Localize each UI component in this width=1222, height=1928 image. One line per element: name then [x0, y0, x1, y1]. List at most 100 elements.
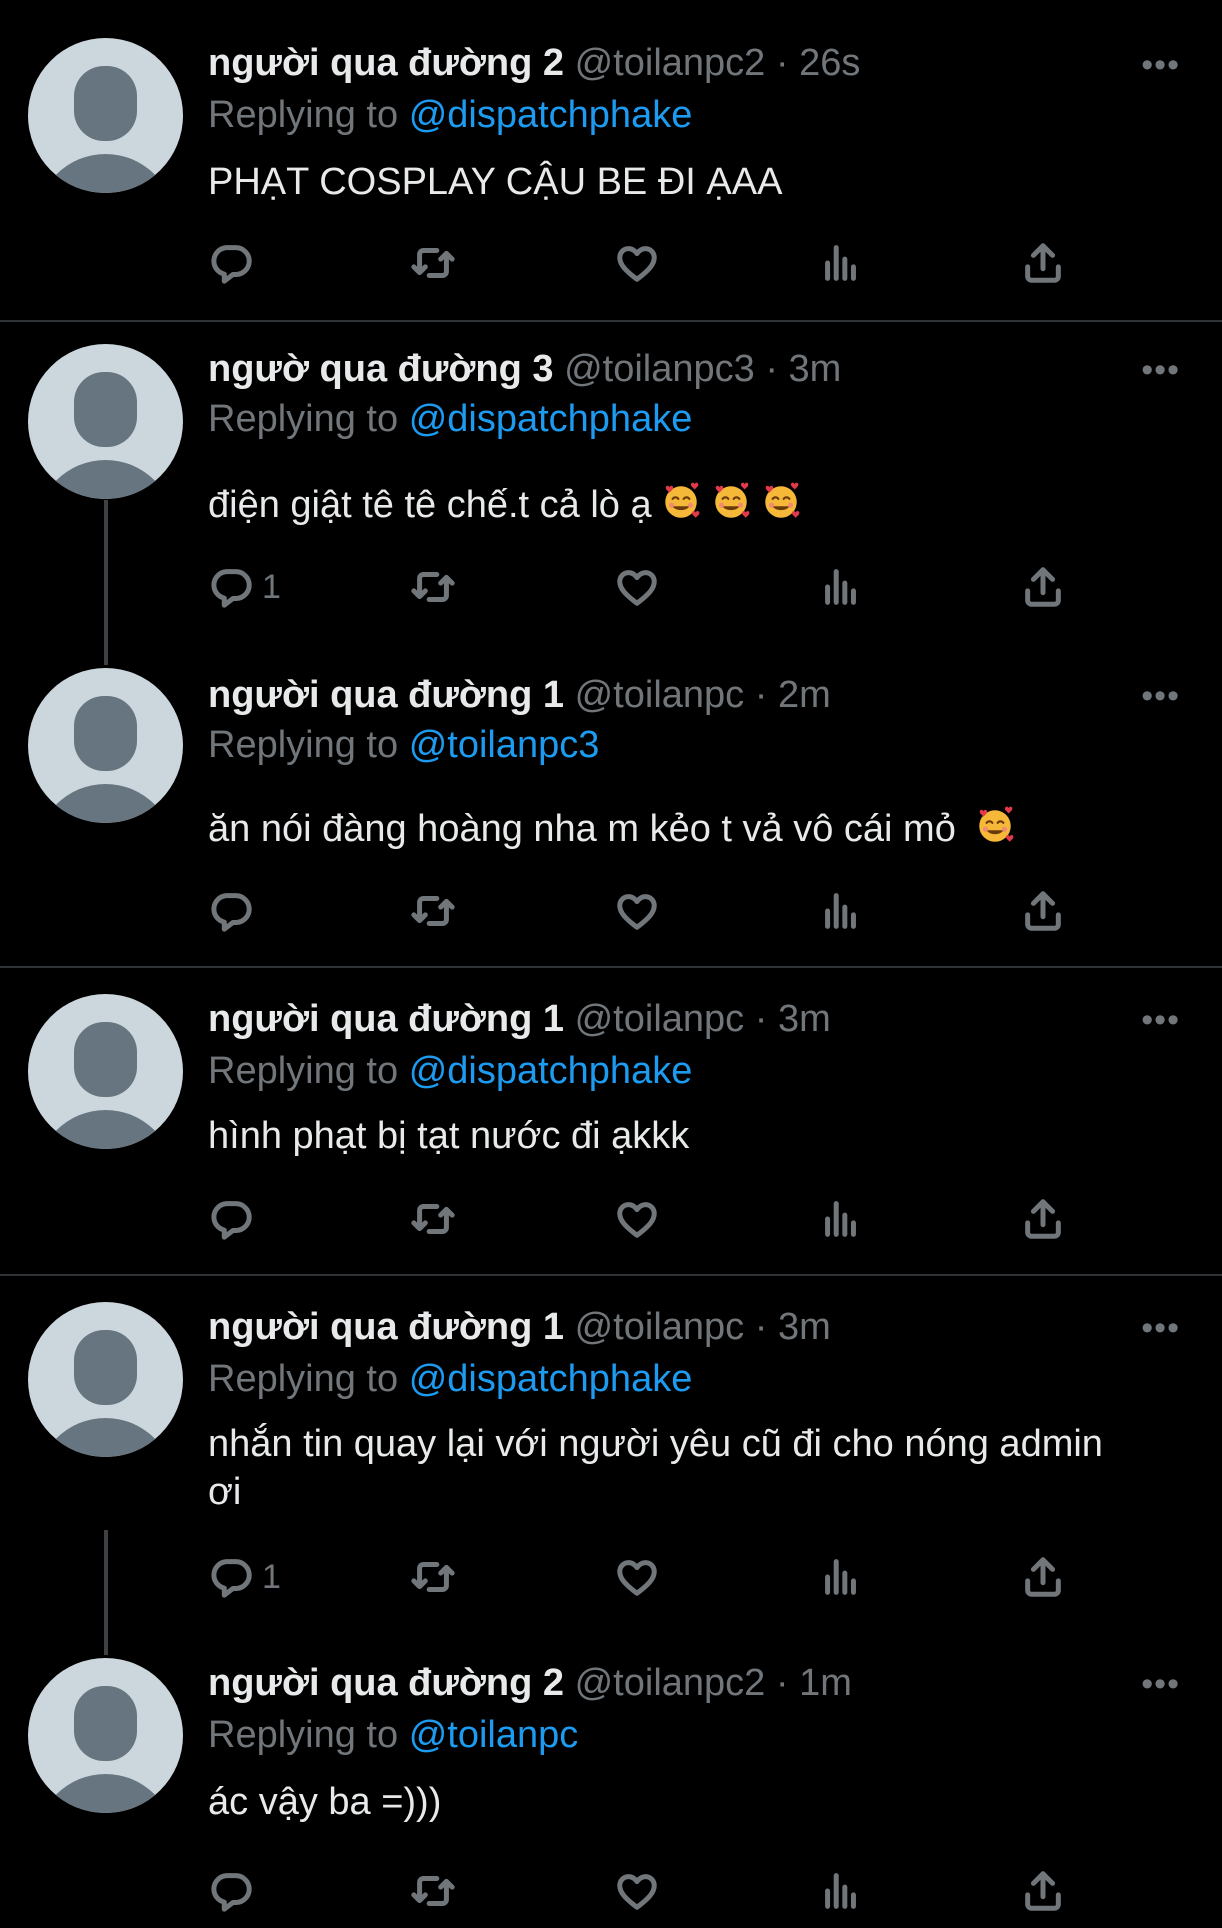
- display-name[interactable]: người qua đường 1: [208, 674, 564, 716]
- replying-to: Replying to @dispatchphake: [208, 92, 692, 138]
- analytics-icon: [818, 1868, 864, 1914]
- user-handle[interactable]: @toilanpc: [575, 1306, 745, 1348]
- like-button[interactable]: [614, 1554, 660, 1600]
- reply-button[interactable]: [208, 1868, 254, 1914]
- tweet[interactable]: người qua đường 2 @toilanpc2 · 26s ••• R…: [0, 0, 1222, 320]
- display-name[interactable]: người qua đường 2: [208, 42, 564, 84]
- emoji-group: [652, 482, 802, 526]
- reply-button[interactable]: [208, 240, 254, 286]
- replying-to: Replying to @dispatchphake: [208, 396, 692, 442]
- reply-button[interactable]: [208, 888, 254, 934]
- reply-icon: [208, 1554, 254, 1600]
- avatar[interactable]: [28, 1302, 183, 1457]
- analytics-button[interactable]: [818, 240, 864, 286]
- user-handle[interactable]: @toilanpc: [575, 998, 745, 1040]
- display-name[interactable]: ngườ qua đường 3: [208, 348, 554, 390]
- smiling-face-with-hearts-emoji: [974, 804, 1016, 858]
- more-options-icon[interactable]: •••: [1141, 1003, 1180, 1037]
- timestamp[interactable]: · 3m: [765, 348, 841, 390]
- retweet-button[interactable]: [410, 1196, 456, 1242]
- like-button[interactable]: [614, 240, 660, 286]
- mention-link[interactable]: @dispatchphake: [409, 1358, 693, 1400]
- more-options-icon[interactable]: •••: [1141, 1311, 1180, 1345]
- user-handle[interactable]: @toilanpc2: [575, 1662, 766, 1704]
- mention-link[interactable]: @dispatchphake: [409, 94, 693, 136]
- replying-prefix: Replying to: [208, 94, 399, 136]
- tweet[interactable]: ngườ qua đường 3 @toilanpc3 · 3m ••• Rep…: [0, 322, 1222, 644]
- retweet-icon: [410, 1196, 456, 1242]
- share-button[interactable]: [1020, 1868, 1066, 1914]
- user-handle[interactable]: @toilanpc2: [575, 42, 766, 84]
- user-handle[interactable]: @toilanpc3: [564, 348, 755, 390]
- emoji-group: [966, 806, 1016, 850]
- tweet[interactable]: người qua đường 2 @toilanpc2 · 1m ••• Re…: [0, 1634, 1222, 1920]
- retweet-button[interactable]: [410, 1554, 456, 1600]
- display-name[interactable]: người qua đường 1: [208, 998, 564, 1040]
- like-button[interactable]: [614, 564, 660, 610]
- tweet-text-content: ác vậy ba =))): [208, 1781, 442, 1823]
- retweet-button[interactable]: [410, 240, 456, 286]
- share-icon: [1020, 888, 1066, 934]
- share-button[interactable]: [1020, 240, 1066, 286]
- tweet-text: ăn nói đàng hoàng nha m kẻo t vả vô cái …: [208, 804, 1128, 858]
- more-options-icon[interactable]: •••: [1141, 1667, 1180, 1701]
- share-icon: [1020, 1196, 1066, 1242]
- share-button[interactable]: [1020, 888, 1066, 934]
- replying-to: Replying to @toilanpc: [208, 1712, 578, 1758]
- timestamp[interactable]: · 1m: [776, 1662, 852, 1704]
- avatar[interactable]: [28, 668, 183, 823]
- retweet-icon: [410, 1868, 456, 1914]
- more-options-icon[interactable]: •••: [1141, 353, 1180, 387]
- user-handle[interactable]: @toilanpc: [575, 674, 745, 716]
- tweet[interactable]: người qua đường 1 @toilanpc · 3m ••• Rep…: [0, 1276, 1222, 1634]
- tweet-header: ngườ qua đường 3 @toilanpc3 · 3m: [208, 346, 841, 392]
- analytics-button[interactable]: [818, 888, 864, 934]
- more-options-icon[interactable]: •••: [1141, 48, 1180, 82]
- tweet-header: người qua đường 2 @toilanpc2 · 26s: [208, 40, 860, 86]
- retweet-button[interactable]: [410, 888, 456, 934]
- avatar[interactable]: [28, 344, 183, 499]
- retweet-button[interactable]: [410, 564, 456, 610]
- mention-link[interactable]: @dispatchphake: [409, 398, 693, 440]
- mention-link[interactable]: @toilanpc: [409, 1714, 579, 1756]
- mention-link[interactable]: @toilanpc3: [409, 724, 600, 766]
- avatar[interactable]: [28, 38, 183, 193]
- reply-button[interactable]: 1: [208, 1554, 281, 1600]
- timestamp[interactable]: · 3m: [755, 998, 831, 1040]
- share-icon: [1020, 1554, 1066, 1600]
- timestamp[interactable]: · 26s: [776, 42, 860, 84]
- retweet-icon: [410, 564, 456, 610]
- tweet-text: ác vậy ba =))): [208, 1778, 1128, 1826]
- reply-button[interactable]: [208, 1196, 254, 1242]
- action-bar: 1: [0, 564, 1222, 624]
- share-button[interactable]: [1020, 564, 1066, 610]
- reply-button[interactable]: 1: [208, 564, 281, 610]
- analytics-button[interactable]: [818, 564, 864, 610]
- like-button[interactable]: [614, 888, 660, 934]
- smiling-face-with-hearts-emoji: [660, 480, 702, 534]
- tweet-text: nhắn tin quay lại với người yêu cũ đi ch…: [208, 1420, 1108, 1516]
- analytics-button[interactable]: [818, 1554, 864, 1600]
- like-button[interactable]: [614, 1868, 660, 1914]
- display-name[interactable]: người qua đường 1: [208, 1306, 564, 1348]
- analytics-button[interactable]: [818, 1868, 864, 1914]
- avatar[interactable]: [28, 1658, 183, 1813]
- timestamp[interactable]: · 2m: [755, 674, 831, 716]
- heart-icon: [614, 564, 660, 610]
- reply-icon: [208, 564, 254, 610]
- analytics-button[interactable]: [818, 1196, 864, 1242]
- timestamp[interactable]: · 3m: [755, 1306, 831, 1348]
- like-button[interactable]: [614, 1196, 660, 1242]
- share-button[interactable]: [1020, 1554, 1066, 1600]
- avatar[interactable]: [28, 994, 183, 1149]
- tweet[interactable]: người qua đường 1 @toilanpc · 2m ••• Rep…: [0, 644, 1222, 966]
- display-name[interactable]: người qua đường 2: [208, 1662, 564, 1704]
- analytics-icon: [818, 564, 864, 610]
- replying-to: Replying to @dispatchphake: [208, 1048, 692, 1094]
- tweet[interactable]: người qua đường 1 @toilanpc · 3m ••• Rep…: [0, 968, 1222, 1274]
- more-options-icon[interactable]: •••: [1141, 679, 1180, 713]
- replying-to: Replying to @toilanpc3: [208, 722, 599, 768]
- share-button[interactable]: [1020, 1196, 1066, 1242]
- retweet-button[interactable]: [410, 1868, 456, 1914]
- mention-link[interactable]: @dispatchphake: [409, 1050, 693, 1092]
